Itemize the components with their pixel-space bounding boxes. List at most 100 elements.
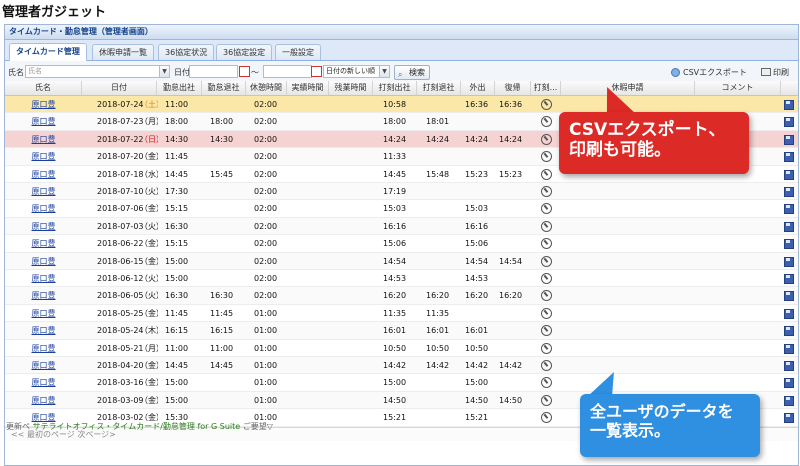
clock-history-icon[interactable] [541,273,552,284]
cell-name[interactable]: 原口豊 [5,270,82,287]
column-header-date[interactable]: 日付 [82,81,157,95]
save-icon[interactable] [784,274,794,284]
table-row[interactable]: 原口豊 2018-05-24 16:15 16:15 01:00 16:01 16:01 16… [5,322,798,340]
footer-product-link[interactable]: サテライトオフィス・タイムカード/勤怠管理 for G Suite [33,422,241,431]
save-icon[interactable] [784,239,794,250]
footer-feedback-link[interactable]: ご要望▽ [243,422,273,431]
clock-history-icon[interactable] [541,360,552,371]
cell-name[interactable]: 原口豊 [5,166,82,183]
column-header-stamp-in[interactable]: 打刻出社 [373,81,417,95]
cell-name[interactable]: 原口豊 [5,148,82,165]
date-to-input[interactable] [263,65,312,78]
cell-name[interactable]: 原口豊 [5,235,82,252]
cell-name[interactable]: 原口豊 [5,183,82,200]
table-row[interactable]: 原口豊 2018-05-21 11:00 11:00 01:00 10:50 10:50 10… [5,340,798,357]
cell-name[interactable]: 原口豊 [5,357,82,374]
table-row[interactable]: 原口豊 2018-06-15 15:00 02:00 14:54 14:54 14:54 （金… [5,252,798,270]
table-row[interactable]: 原口豊 2018-05-25 11:45 11:45 01:00 11:35 11:35 （金… [5,305,798,323]
table-row[interactable]: 原口豊2018-03-1615:0001:0015:0015:00（金） [5,374,798,392]
save-icon[interactable] [784,378,794,389]
cell-name[interactable]: 原口豊 [5,200,82,217]
save-icon[interactable] [784,100,794,110]
clock-history-icon[interactable] [541,307,552,319]
tab-36-agreement-status[interactable]: 36協定状況 [158,44,215,60]
clock-history-icon[interactable] [541,133,552,145]
column-header-comment[interactable]: コメント [695,81,781,95]
cell-name[interactable]: 原口豊 [5,392,82,409]
name-filter-input[interactable]: 氏名 [25,65,161,78]
column-header-leave[interactable]: 休暇申請 [561,81,695,95]
save-icon[interactable] [784,361,794,371]
csv-export-button[interactable]: CSVエクスポート [671,67,747,78]
clock-history-icon[interactable] [541,151,552,163]
table-row[interactable]: 原口豊 2018-04-20 14:45 14:45 01:00 14:42 14:42 14… [5,357,798,375]
save-icon[interactable] [784,187,794,197]
clock-history-icon[interactable] [541,394,552,406]
tab-36-agreement-settings[interactable]: 36協定設定 [216,44,273,60]
save-icon[interactable] [784,395,794,406]
tab-general-settings[interactable]: 一般設定 [275,44,321,60]
column-header-clock-out[interactable]: 勤怠退社 [202,81,246,95]
search-button[interactable]: ⌕ 検索 [394,65,430,80]
column-header-go-out[interactable]: 外出 [461,81,495,95]
clock-history-icon[interactable] [541,255,552,267]
cell-name[interactable]: 原口豊 [5,253,82,270]
column-header-actual[interactable]: 実績時間 [287,81,329,95]
save-icon[interactable] [784,134,794,145]
clock-history-icon[interactable] [541,342,552,354]
table-row[interactable]: 原口豊 2018-06-05 16:30 16:30 02:00 16:20 16:20 16… [5,287,798,305]
tab-timecard-management[interactable]: タイムカード管理 [9,43,87,61]
cell-name[interactable]: 原口豊 [5,322,82,339]
table-row[interactable]: 原口豊2018-06-2215:1502:0015:0615:06（金） [5,235,798,253]
column-header-clock-in[interactable]: 勤怠出社 [157,81,202,95]
table-row[interactable]: 原口豊 2018-07-24 11:00 02:00 10:58 16:36 16:36 （土… [5,96,798,114]
cell-name[interactable]: 原口豊 [5,340,82,357]
clock-history-icon[interactable] [541,220,552,232]
cell-name[interactable]: 原口豊 [5,131,82,148]
cell-name[interactable]: 原口豊 [5,96,82,113]
column-header-stamp-out[interactable]: 打刻退社 [417,81,461,95]
date-from-input[interactable] [189,65,238,78]
save-icon[interactable] [784,291,794,302]
sort-order-select[interactable]: 日付の新しい順 [323,65,381,78]
cell-name[interactable]: 原口豊 [5,218,82,235]
save-icon[interactable] [784,308,794,319]
table-row[interactable]: 原口豊2018-07-1017:3002:0017:19（火） [5,183,798,201]
print-button[interactable]: 印刷 [761,67,789,78]
calendar-icon[interactable] [311,66,322,77]
cell-name[interactable]: 原口豊 [5,113,82,130]
chevron-down-icon[interactable]: ▼ [379,65,390,78]
clock-history-icon[interactable] [541,116,552,128]
chevron-down-icon[interactable]: ▼ [159,65,170,78]
table-row[interactable]: 原口豊2018-06-1215:0002:0014:5314:53（火） [5,270,798,288]
save-icon[interactable] [784,221,794,232]
clock-history-icon[interactable] [541,186,552,197]
save-icon[interactable] [784,326,794,337]
clock-history-icon[interactable] [541,168,552,180]
cell-name[interactable]: 原口豊 [5,305,82,322]
clock-history-icon[interactable] [541,99,552,110]
calendar-icon[interactable] [239,66,250,77]
clock-history-icon[interactable] [541,203,552,215]
cell-name[interactable]: 原口豊 [5,287,82,304]
tab-leave-requests[interactable]: 休暇申請一覧 [92,44,154,60]
column-header-break[interactable]: 休憩時間 [246,81,287,95]
column-header-name[interactable]: 氏名 [5,81,82,95]
cell-name[interactable]: 原口豊 [5,374,82,391]
clock-history-icon[interactable] [541,325,552,337]
clock-history-icon[interactable] [541,412,552,424]
clock-history-icon[interactable] [541,238,552,250]
column-header-return[interactable]: 復帰 [495,81,531,95]
save-icon[interactable] [784,169,794,180]
save-icon[interactable] [784,413,794,424]
clock-history-icon[interactable] [541,377,552,389]
column-header-stamp-map[interactable]: 打刻... [531,81,561,95]
table-row[interactable]: 原口豊2018-07-0615:1502:0015:0315:03（金） [5,200,798,218]
clock-history-icon[interactable] [541,290,552,302]
save-icon[interactable] [784,117,794,128]
save-icon[interactable] [784,204,794,215]
table-row[interactable]: 原口豊2018-07-0316:3002:0016:1616:16（火） [5,217,798,236]
save-icon[interactable] [784,152,794,163]
save-icon[interactable] [784,343,794,354]
column-header-overtime[interactable]: 残業時間 [329,81,373,95]
